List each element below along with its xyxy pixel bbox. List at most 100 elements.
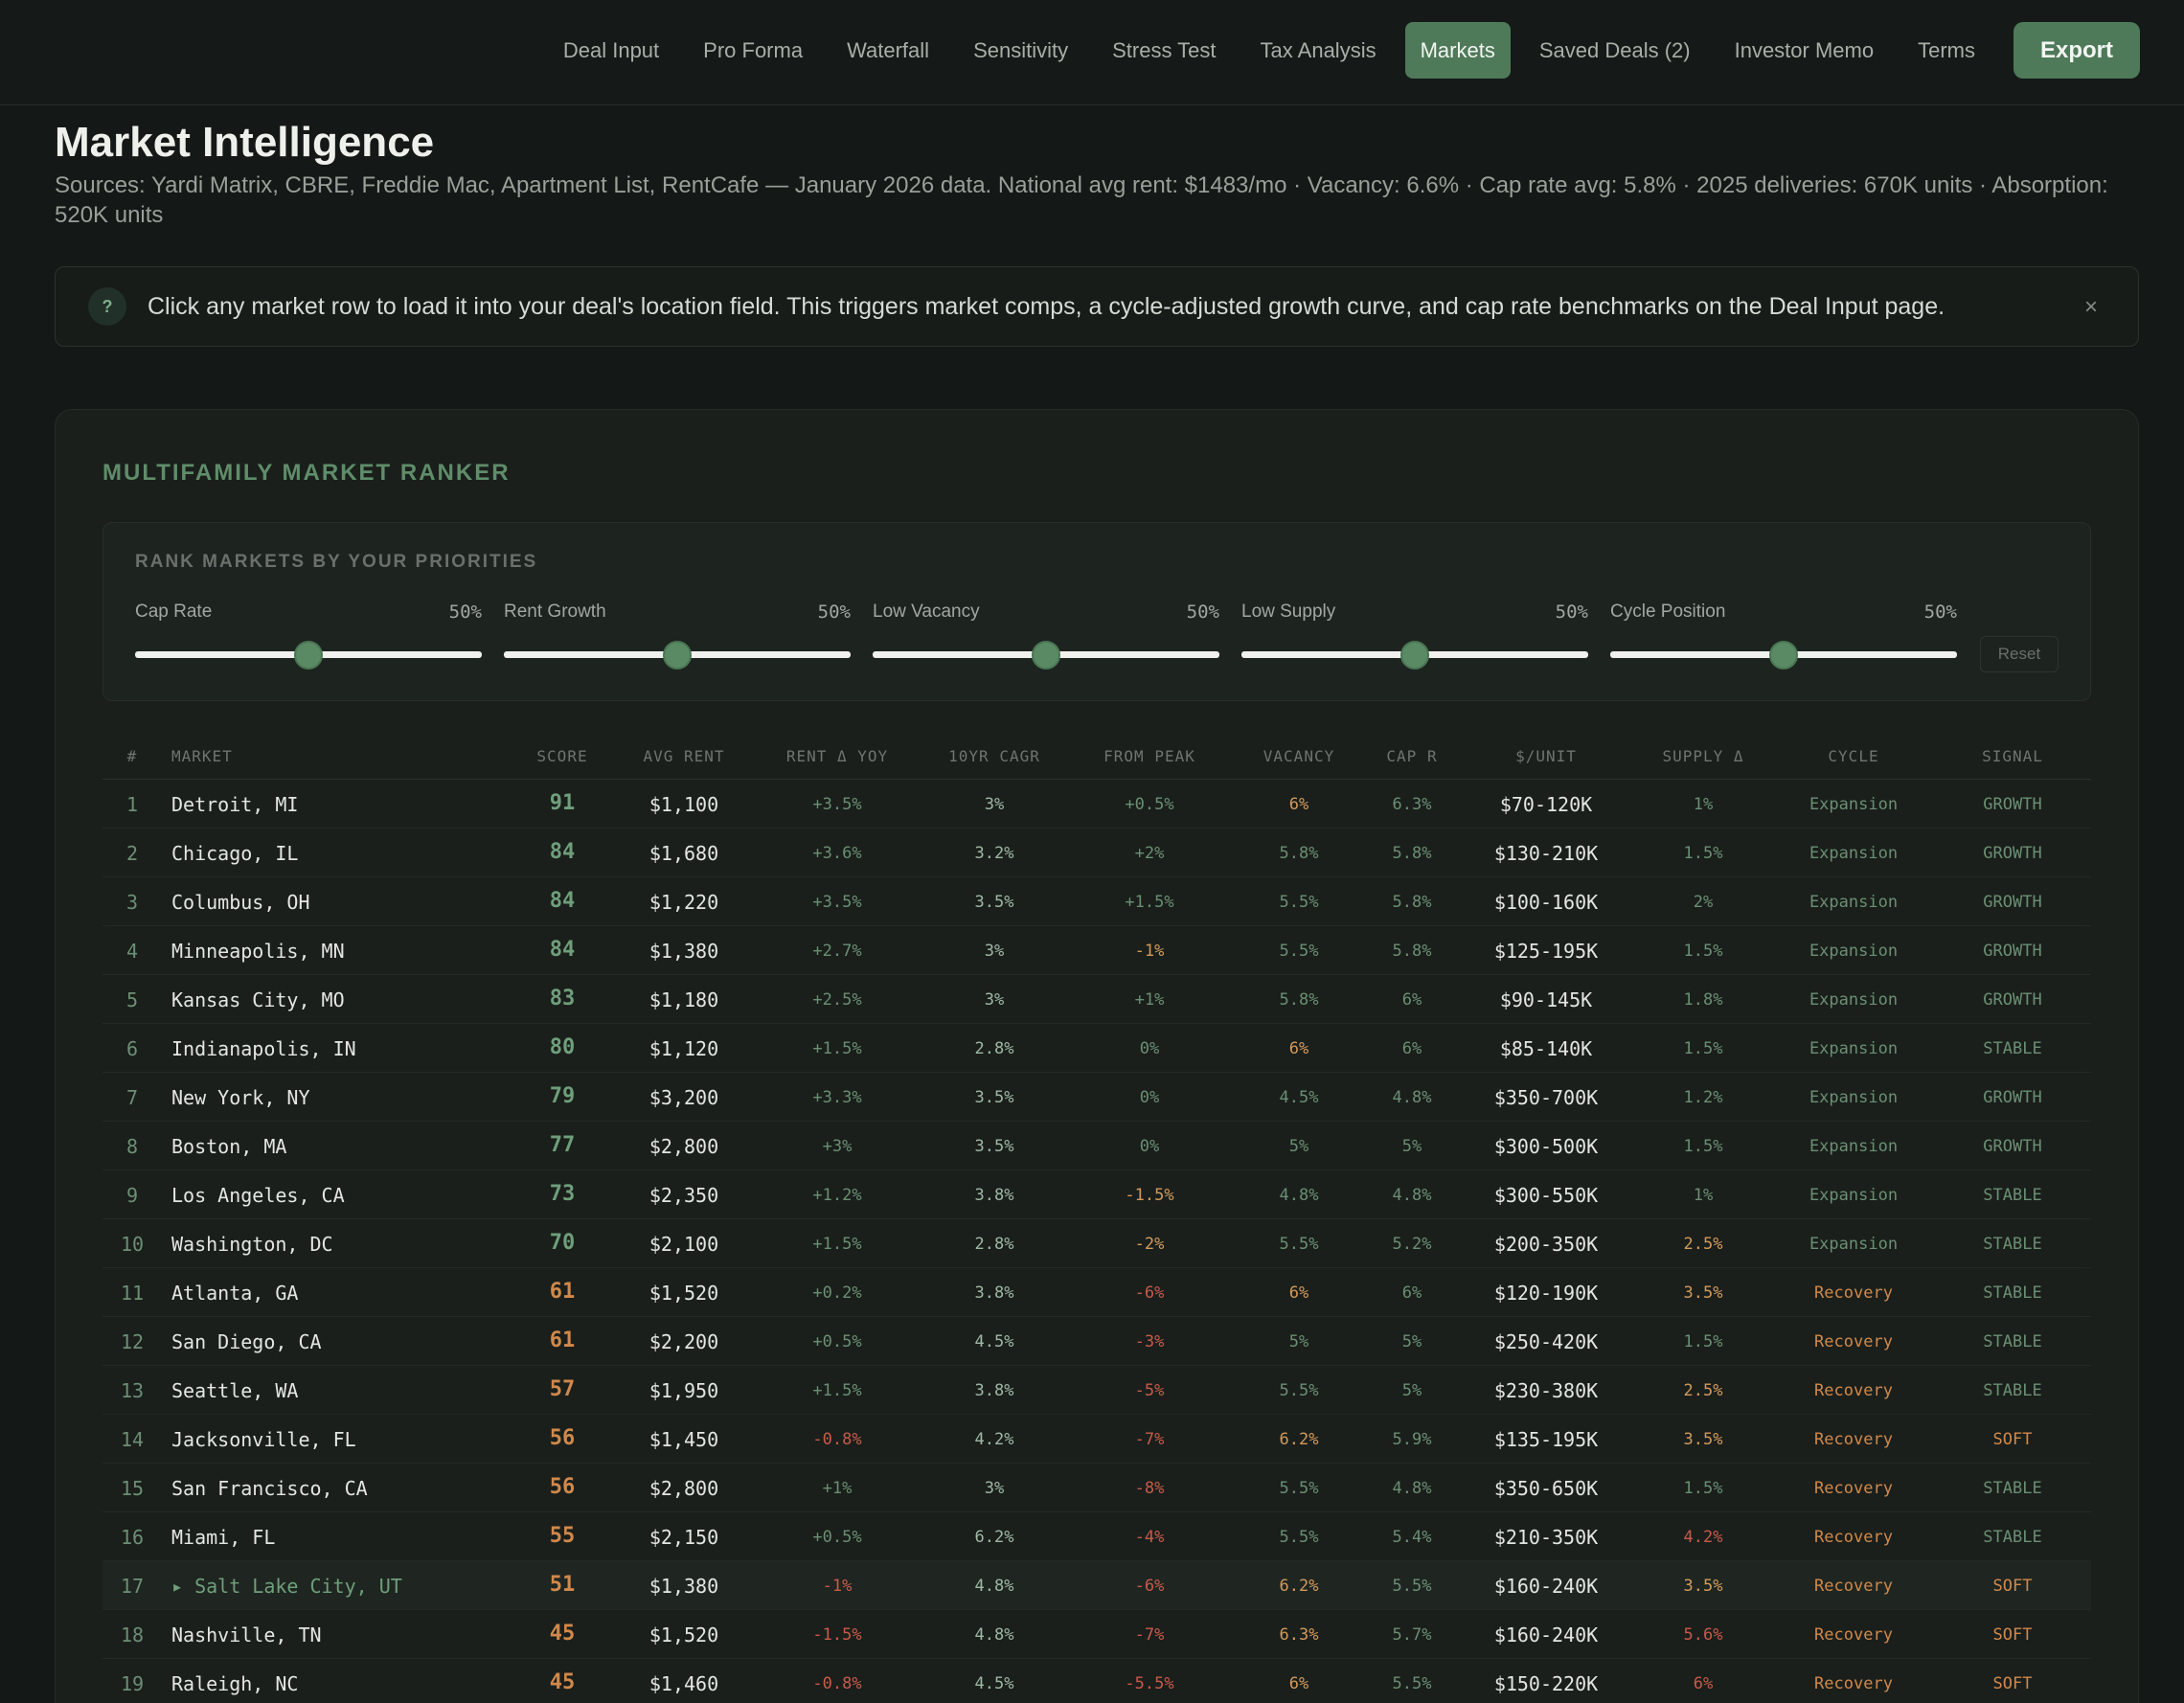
cell-supply: 1.5%: [1683, 844, 1723, 863]
nav-tabs: Deal Input Pro Forma Waterfall Sensitivity S…: [548, 22, 2140, 79]
cell-supply: 3.5%: [1683, 1577, 1723, 1596]
table-row[interactable]: 9 Los Angeles, CA 73 $2,350 +1.2% 3.8% -1.5% 4.…: [102, 1170, 2091, 1219]
cell-signal: GROWTH: [1983, 893, 2042, 912]
cell-score: 80: [549, 1035, 576, 1059]
cell-cagr: 3.8%: [974, 1283, 1014, 1303]
table-row[interactable]: 17 ▸ Salt Lake City, UT 51 $1,380 -1% 4.8% -6%…: [102, 1561, 2091, 1610]
nav-tab-markets[interactable]: Markets: [1404, 22, 1511, 79]
slider-cap-rate[interactable]: Cap Rate 50%: [135, 602, 482, 670]
cell-cap: 6%: [1401, 1039, 1422, 1058]
nav-tab-deal-input[interactable]: Deal Input: [548, 22, 674, 79]
slider-value: 50%: [1555, 602, 1588, 623]
cell-peak: 0%: [1139, 1088, 1160, 1107]
close-icon[interactable]: ×: [2084, 294, 2098, 321]
table-row[interactable]: 8 Boston, MA 77 $2,800 +3% 3.5% 0% 5% 5% $300-500…: [102, 1122, 2091, 1170]
table-row[interactable]: 6 Indianapolis, IN 80 $1,120 +1.5% 2.8% 0% 6% 6%…: [102, 1024, 2091, 1073]
cell-rank: 9: [125, 1184, 139, 1207]
cell-rank: 11: [120, 1282, 145, 1305]
cell-peak: -5%: [1134, 1381, 1165, 1400]
cell-supply: 1%: [1693, 1186, 1714, 1205]
cell-signal: STABLE: [1983, 1479, 2042, 1498]
slider-thumb[interactable]: [663, 641, 692, 670]
priorities-title: RANK MARKETS BY YOUR PRIORITIES: [135, 552, 538, 572]
cell-signal: GROWTH: [1983, 990, 2042, 1010]
cell-peak: -3%: [1134, 1332, 1165, 1351]
cell-cagr: 4.5%: [974, 1332, 1014, 1351]
cell-yoy: +2.5%: [812, 990, 862, 1010]
slider-thumb[interactable]: [294, 641, 323, 670]
cell-supply: 6%: [1693, 1674, 1714, 1693]
table-row[interactable]: 19 Raleigh, NC 45 $1,460 -0.8% 4.5% -5.5% 6% 5.5…: [102, 1659, 2091, 1703]
cell-yoy: +0.5%: [812, 1528, 862, 1547]
cell-cycle: Recovery: [1814, 1381, 1893, 1400]
cell-cycle: Expansion: [1809, 1186, 1899, 1205]
cell-vac: 5.5%: [1279, 893, 1319, 912]
slider-low-supply[interactable]: Low Supply 50%: [1241, 602, 1588, 670]
cell-peak: +1.5%: [1125, 893, 1174, 912]
cell-cycle: Recovery: [1814, 1430, 1893, 1449]
cell-supply: 1.5%: [1683, 1332, 1723, 1351]
cell-peak: -6%: [1134, 1577, 1165, 1596]
cell-supply: 2%: [1693, 893, 1714, 912]
table-row[interactable]: 3 Columbus, OH 84 $1,220 +3.5% 3.5% +1.5% 5.5% 5…: [102, 877, 2091, 926]
table-row[interactable]: 1 Detroit, MI 91 $1,100 +3.5% 3% +0.5% 6% 6.3% $7…: [102, 780, 2091, 829]
cell-vac: 6.2%: [1279, 1577, 1319, 1596]
cell-rent: $1,380: [648, 940, 719, 963]
slider-thumb[interactable]: [1032, 641, 1060, 670]
cell-unit: $300-500K: [1493, 1135, 1599, 1158]
table-row[interactable]: 14 Jacksonville, FL 56 $1,450 -0.8% 4.2% -7% 6.…: [102, 1415, 2091, 1464]
cell-cycle: Expansion: [1809, 795, 1899, 814]
table-row[interactable]: 18 Nashville, TN 45 $1,520 -1.5% 4.8% -7% 6.3% 5…: [102, 1610, 2091, 1659]
cell-cap: 6.3%: [1392, 795, 1432, 814]
cell-signal: GROWTH: [1983, 1088, 2042, 1107]
table-row[interactable]: 15 San Francisco, CA 56 $2,800 +1% 3% -8% 5.5% 4…: [102, 1464, 2091, 1512]
cell-vac: 6%: [1288, 1283, 1309, 1303]
table-row[interactable]: 5 Kansas City, MO 83 $1,180 +2.5% 3% +1% 5.8% 6%…: [102, 975, 2091, 1024]
table-row[interactable]: 10 Washington, DC 70 $2,100 +1.5% 2.8% -2% 5.5%…: [102, 1219, 2091, 1268]
cell-score: 91: [549, 791, 576, 815]
table-row[interactable]: 11 Atlanta, GA 61 $1,520 +0.2% 3.8% -6% 6% 6% $12…: [102, 1268, 2091, 1317]
slider-thumb[interactable]: [1400, 641, 1429, 670]
cell-yoy: +0.5%: [812, 1332, 862, 1351]
cell-market: Los Angeles, CA: [171, 1184, 345, 1207]
cell-score: 84: [549, 840, 576, 864]
cell-signal: SOFT: [1992, 1577, 2033, 1596]
cell-rent: $1,180: [648, 988, 719, 1011]
reset-button[interactable]: Reset: [1980, 636, 2059, 672]
cell-cap: 5.8%: [1392, 942, 1432, 961]
table-row[interactable]: 13 Seattle, WA 57 $1,950 +1.5% 3.8% -5% 5.5% 5% $…: [102, 1366, 2091, 1415]
cell-cagr: 4.2%: [974, 1430, 1014, 1449]
info-banner: ? Click any market row to load it into y…: [55, 266, 2139, 347]
table-row[interactable]: 12 San Diego, CA 61 $2,200 +0.5% 4.5% -3% 5% 5% $…: [102, 1317, 2091, 1366]
slider-value: 50%: [817, 602, 851, 623]
slider-low-vacancy[interactable]: Low Vacancy 50%: [873, 602, 1219, 670]
slider-cycle-position[interactable]: Cycle Position 50%: [1610, 602, 1957, 670]
info-text: Click any market row to load it into you…: [148, 292, 1945, 320]
market-table: # MARKET SCORE AVG RENT RENT Δ YOY 10YR CAGR F…: [102, 739, 2091, 1703]
table-row[interactable]: 2 Chicago, IL 84 $1,680 +3.6% 3.2% +2% 5.8% 5.8%…: [102, 829, 2091, 877]
cell-vac: 5.8%: [1279, 844, 1319, 863]
slider-thumb[interactable]: [1769, 641, 1798, 670]
slider-rent-growth[interactable]: Rent Growth 50%: [504, 602, 851, 670]
nav-tab-pro-forma[interactable]: Pro Forma: [688, 22, 818, 79]
table-row[interactable]: 16 Miami, FL 55 $2,150 +0.5% 6.2% -4% 5.5% 5.4% $…: [102, 1512, 2091, 1561]
nav-tab-saved-deals-2[interactable]: Saved Deals (2): [1524, 22, 1706, 79]
nav-tab-waterfall[interactable]: Waterfall: [831, 22, 944, 79]
cell-rent: $1,220: [648, 891, 719, 914]
cell-score: 55: [549, 1524, 576, 1548]
cell-rank: 17: [120, 1575, 145, 1598]
table-row[interactable]: 7 New York, NY 79 $3,200 +3.3% 3.5% 0% 4.5% 4.8%…: [102, 1073, 2091, 1122]
table-row[interactable]: 4 Minneapolis, MN 84 $1,380 +2.7% 3% -1% 5.5% 5.…: [102, 926, 2091, 975]
nav-tab-stress-test[interactable]: Stress Test: [1097, 22, 1231, 79]
export-button[interactable]: Export: [2013, 22, 2140, 79]
nav-tab-tax-analysis[interactable]: Tax Analysis: [1245, 22, 1392, 79]
cell-market: Boston, MA: [171, 1135, 287, 1158]
nav-tab-investor-memo[interactable]: Investor Memo: [1719, 22, 1890, 79]
nav-tab-terms[interactable]: Terms: [1902, 22, 1991, 79]
cell-supply: 1.2%: [1683, 1088, 1723, 1107]
cell-cycle: Expansion: [1809, 1137, 1899, 1156]
nav-tab-sensitivity[interactable]: Sensitivity: [958, 22, 1083, 79]
cell-cap: 5.4%: [1392, 1528, 1432, 1547]
cell-cap: 4.8%: [1392, 1479, 1432, 1498]
top-navigation-bar: Deal Input Pro Forma Waterfall Sensitivity S…: [0, 0, 2184, 105]
